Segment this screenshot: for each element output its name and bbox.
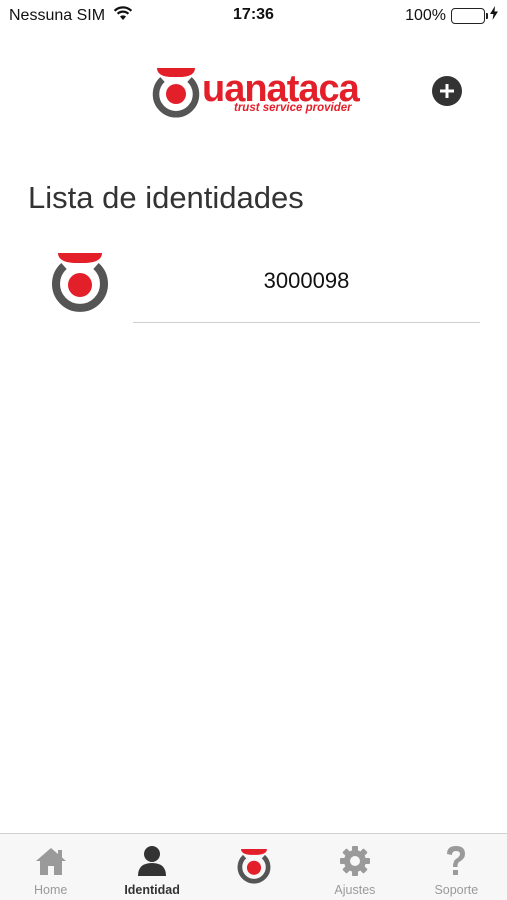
tab-home[interactable]: Home — [0, 834, 101, 900]
uanataca-logo-icon — [234, 846, 274, 886]
gear-icon — [338, 844, 372, 878]
status-right: 100% — [405, 6, 498, 25]
logo-tagline: trust service provider — [234, 102, 352, 114]
plus-circle-icon — [440, 84, 454, 98]
status-bar: Nessuna SIM 17:36 100% — [0, 0, 507, 30]
app-header: uanataca trust service provider — [0, 60, 507, 120]
tab-bar: Home Identidad Ajustes Soporte — [0, 833, 507, 900]
person-icon — [135, 844, 169, 878]
tab-soporte[interactable]: Soporte — [406, 834, 507, 900]
tab-label: Soporte — [434, 883, 479, 897]
question-icon — [439, 844, 473, 878]
battery-icon — [451, 7, 488, 24]
tab-ajustes[interactable]: Ajustes — [304, 834, 405, 900]
uanataca-logo-icon — [152, 68, 200, 118]
tab-label: Ajustes — [334, 883, 376, 897]
home-icon — [34, 844, 68, 878]
charging-icon — [490, 6, 498, 25]
add-identity-button[interactable] — [432, 76, 462, 106]
tab-label: Home — [34, 883, 68, 897]
tab-uanataca[interactable] — [203, 834, 304, 900]
identity-list-item[interactable]: 3000098 — [0, 240, 507, 328]
uanataca-identity-icon — [52, 253, 108, 312]
identity-id: 3000098 — [263, 268, 350, 293]
uanataca-logo: uanataca trust service provider — [148, 64, 360, 120]
tab-identidad[interactable]: Identidad — [101, 834, 202, 900]
battery-percent: 100% — [405, 6, 446, 24]
tab-label: Identidad — [124, 883, 180, 897]
page-title: Lista de identidades — [28, 180, 304, 215]
list-divider — [133, 322, 480, 323]
